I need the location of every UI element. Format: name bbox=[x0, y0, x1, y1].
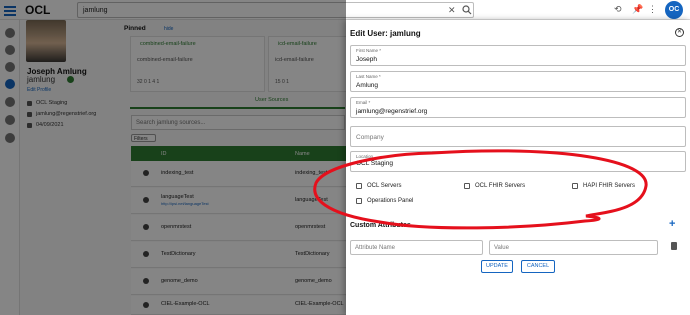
red-annotation-ellipse bbox=[313, 149, 648, 230]
